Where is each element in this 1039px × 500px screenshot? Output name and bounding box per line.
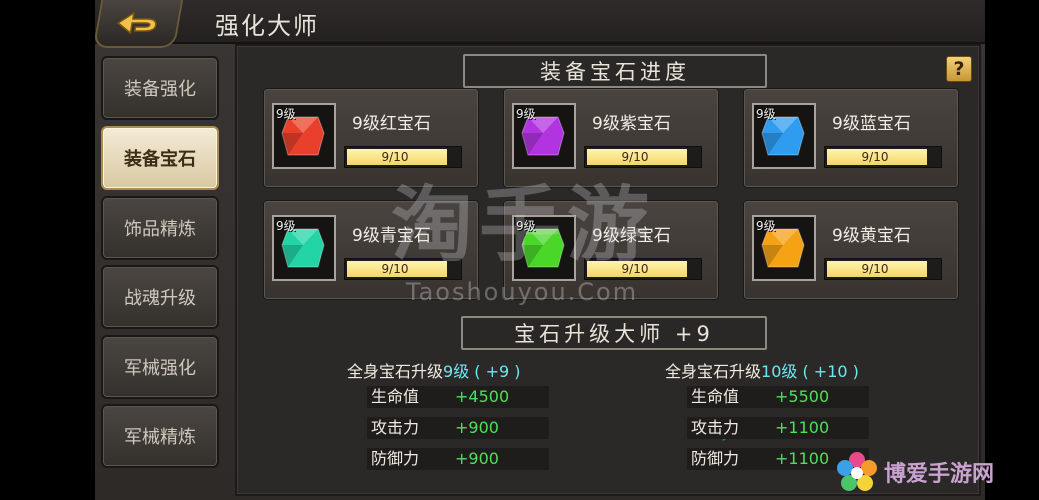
next-level-heading: 全身宝石升级10级 ( +10 )	[665, 358, 859, 382]
flower-logo-icon	[837, 452, 877, 491]
gem-slot: 9级	[512, 215, 576, 281]
gem-progress-text: 9/10	[381, 150, 409, 164]
gem-name: 9级红宝石	[352, 114, 431, 134]
back-button[interactable]	[92, 0, 184, 48]
gem-slot: 9级	[752, 215, 816, 281]
gem-progress-text: 9/10	[381, 262, 409, 276]
gem-card-green[interactable]: 9级 9级绿宝石 9/10	[503, 200, 719, 300]
stat-value: +1100	[775, 449, 830, 468]
gem-card-purple[interactable]: 9级 9级紫宝石 9/10	[503, 88, 719, 188]
gem-progress-bar: 9/10	[584, 146, 702, 168]
content-panel: 装备宝石进度 ? 9级 9级红宝石 9/10 9级 9级紫宝石 9/10 9级 …	[235, 44, 981, 496]
gem-name: 9级紫宝石	[592, 114, 671, 134]
tab-label: 装备强化	[124, 79, 196, 100]
stat-value: +900	[455, 449, 499, 468]
gem-card-red[interactable]: 9级 9级红宝石 9/10	[263, 88, 479, 188]
gem-level-tag: 9级	[756, 219, 776, 233]
gem-level-tag: 9级	[756, 107, 776, 121]
tab-battle-soul-upgrade[interactable]: 战魂升级	[101, 265, 219, 329]
current-stat-attack: 攻击力 +900	[367, 417, 549, 439]
gem-name: 9级黄宝石	[832, 226, 911, 246]
gem-slot: 9级	[272, 103, 336, 169]
tab-label: 战魂升级	[124, 288, 196, 309]
gem-card-yellow[interactable]: 9级 9级黄宝石 9/10	[743, 200, 959, 300]
gem-progress-bar: 9/10	[824, 258, 942, 280]
tab-ordnance-enhance[interactable]: 军械强化	[101, 335, 219, 399]
progress-section-title: 装备宝石进度	[463, 54, 767, 88]
tab-ordnance-refine[interactable]: 军械精炼	[101, 404, 219, 468]
game-window: 强化大师 装备强化 装备宝石 饰品精炼 战魂升级 军械强化 军械精炼 装备宝石进…	[92, 0, 985, 500]
tab-label: 军械强化	[124, 358, 196, 379]
gem-level-tag: 9级	[276, 219, 296, 233]
tab-label: 饰品精炼	[124, 219, 196, 240]
site-logo: 博爱手游网	[832, 448, 1032, 498]
stat-value: +4500	[455, 387, 510, 406]
gem-progress-text: 9/10	[861, 262, 889, 276]
stat-label: 防御力	[691, 449, 740, 468]
gem-progress-bar: 9/10	[344, 258, 462, 280]
next-level-prefix: 全身宝石升级	[665, 362, 762, 381]
gem-progress-text: 9/10	[621, 262, 649, 276]
gem-level-tag: 9级	[516, 219, 536, 233]
gem-slot: 9级	[512, 103, 576, 169]
page-title: 强化大师	[215, 12, 319, 40]
gem-slot: 9级	[272, 215, 336, 281]
stat-value: +5500	[775, 387, 830, 406]
stat-label: 生命值	[691, 387, 740, 406]
stat-value: +1100	[775, 418, 830, 437]
tab-label: 装备宝石	[124, 149, 196, 170]
gem-name: 9级蓝宝石	[832, 114, 911, 134]
stat-label: 攻击力	[691, 418, 740, 437]
top-bar: 强化大师	[92, 0, 985, 48]
gem-name: 9级青宝石	[352, 226, 431, 246]
current-level-heading: 全身宝石升级9级 ( +9 )	[347, 358, 521, 382]
gem-name: 9级绿宝石	[592, 226, 671, 246]
current-stat-defense: 防御力 +900	[367, 448, 549, 470]
tab-label: 军械精炼	[124, 427, 196, 448]
tab-equipment-enhance[interactable]: 装备强化	[101, 56, 219, 120]
gem-progress-bar: 9/10	[824, 146, 942, 168]
gem-slot: 9级	[752, 103, 816, 169]
help-button[interactable]: ?	[946, 56, 972, 82]
stat-label: 防御力	[371, 449, 420, 468]
gem-level-tag: 9级	[516, 107, 536, 121]
tab-accessory-refine[interactable]: 饰品精炼	[101, 196, 219, 260]
gem-level-tag: 9级	[276, 107, 296, 121]
back-arrow-icon	[116, 11, 157, 35]
current-stat-hp: 生命值 +4500	[367, 386, 549, 408]
current-level-value: 9级 ( +9 )	[443, 362, 521, 381]
gem-progress-text: 9/10	[861, 150, 889, 164]
stat-label: 攻击力	[371, 418, 420, 437]
gem-card-blue[interactable]: 9级 9级蓝宝石 9/10	[743, 88, 959, 188]
next-stat-hp: 生命值 +5500	[687, 386, 869, 408]
stat-value: +900	[455, 418, 499, 437]
master-section-title: 宝石升级大师 +9	[461, 316, 767, 350]
stat-label: 生命值	[371, 387, 420, 406]
gem-progress-text: 9/10	[621, 150, 649, 164]
gem-progress-bar: 9/10	[584, 258, 702, 280]
next-stat-attack: 攻击力 +1100	[687, 417, 869, 439]
gem-progress-bar: 9/10	[344, 146, 462, 168]
tab-equipment-gem[interactable]: 装备宝石	[101, 126, 219, 190]
gem-card-cyan[interactable]: 9级 9级青宝石 9/10	[263, 200, 479, 300]
current-level-prefix: 全身宝石升级	[347, 362, 444, 381]
next-level-value: 10级 ( +10 )	[761, 362, 859, 381]
site-logo-text: 博爱手游网	[884, 462, 995, 487]
